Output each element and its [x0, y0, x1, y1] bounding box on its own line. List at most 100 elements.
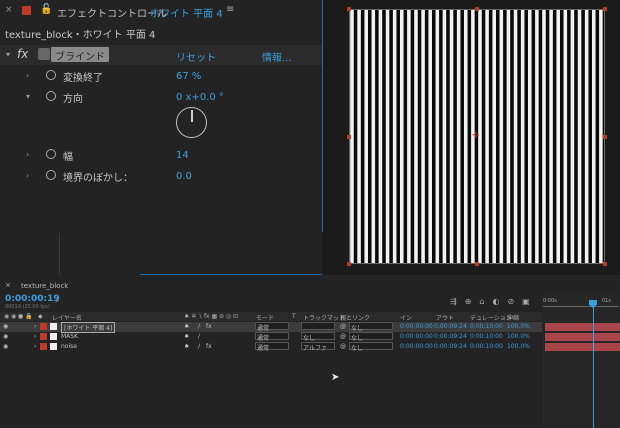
col-parent[interactable]: 親とリンク: [340, 313, 370, 322]
out-point[interactable]: 0:00:09:24: [434, 343, 467, 350]
timeline-tab[interactable]: × texture_block: [0, 279, 620, 293]
transform-handle[interactable]: [603, 7, 607, 11]
eye-icon[interactable]: ◉: [4, 313, 9, 320]
eye-icon[interactable]: ◉: [3, 333, 8, 340]
stopwatch-icon[interactable]: [46, 149, 56, 159]
property-value[interactable]: 0.0: [176, 171, 192, 182]
col-mode[interactable]: モード: [256, 313, 274, 322]
time-ruler[interactable]: 0:00s 01s: [542, 296, 620, 312]
timeline-graph-area[interactable]: [542, 293, 620, 428]
eye-icon[interactable]: ◉: [3, 343, 8, 350]
col-in[interactable]: イン: [400, 313, 412, 322]
mode-dropdown[interactable]: 通常: [255, 332, 289, 342]
label-icon[interactable]: ◆: [38, 313, 43, 320]
label-color-swatch[interactable]: [40, 343, 47, 350]
transform-handle[interactable]: [347, 262, 351, 266]
transform-handle[interactable]: [603, 262, 607, 266]
expand-arrow-icon[interactable]: ›: [34, 343, 36, 350]
anchor-point-icon[interactable]: ✛: [472, 131, 480, 141]
fx-toggle-icon[interactable]: fx: [17, 47, 28, 61]
label-color-swatch[interactable]: [40, 333, 47, 340]
pickwhip-icon[interactable]: @: [340, 323, 346, 330]
layer-duration-bar[interactable]: [545, 323, 620, 331]
parent-dropdown[interactable]: なし: [349, 322, 393, 332]
expand-arrow-icon[interactable]: ›: [34, 323, 36, 330]
parent-dropdown[interactable]: なし: [349, 332, 393, 342]
duration[interactable]: 0:00:10:00: [470, 323, 503, 330]
stopwatch-icon[interactable]: [46, 91, 56, 101]
in-point[interactable]: 0:00:00:00: [400, 343, 433, 350]
layer-name[interactable]: noise: [61, 343, 77, 350]
transform-handle[interactable]: [347, 7, 351, 11]
layer-name[interactable]: MASK: [61, 333, 78, 340]
in-point[interactable]: 0:00:00:00: [400, 323, 433, 330]
angle-dial[interactable]: [176, 107, 207, 138]
mode-dropdown[interactable]: 通常: [255, 342, 289, 352]
playhead[interactable]: [593, 300, 594, 428]
collapse-arrow-icon[interactable]: ▾: [26, 92, 30, 101]
effect-row-blinds[interactable]: ▾ fx ブラインド リセット 情報...: [0, 45, 322, 65]
track-matte-dropdown[interactable]: なし: [301, 332, 335, 342]
stopwatch-icon[interactable]: [46, 70, 56, 80]
audio-icon[interactable]: ◉: [11, 313, 16, 320]
property-row-feather[interactable]: › 境界のぼかし： 0.0: [0, 166, 322, 186]
effect-switch-icon[interactable]: fx: [206, 323, 212, 330]
layer-row[interactable]: ◉ › MASK ♠ ∕ 通常 なし @ なし 0:00:00:00 0:00:09:24 0:00:…: [0, 332, 542, 342]
property-value[interactable]: 67 %: [176, 71, 201, 82]
col-stretch[interactable]: 伸縮: [507, 313, 519, 322]
pickwhip-icon[interactable]: @: [340, 333, 346, 340]
layer-duration-bar[interactable]: [545, 333, 620, 341]
transform-handle[interactable]: [603, 135, 607, 139]
effect-switch-icon[interactable]: fx: [206, 343, 212, 350]
mode-dropdown[interactable]: 通常: [255, 322, 289, 332]
parent-dropdown[interactable]: なし: [349, 342, 393, 352]
panel-menu-icon[interactable]: ≡: [226, 4, 234, 15]
collapse-arrow-icon[interactable]: ▾: [6, 50, 10, 59]
property-row-direction[interactable]: ▾ 方向 0 x+0.0 °: [0, 87, 322, 107]
layer-duration-bar[interactable]: [545, 343, 620, 351]
stretch[interactable]: 100.0%: [507, 343, 530, 350]
stretch[interactable]: 100.0%: [507, 323, 530, 330]
transform-handle[interactable]: [475, 7, 479, 11]
out-point[interactable]: 0:00:09:24: [434, 333, 467, 340]
layer-row[interactable]: ◉ › [ホワイト 平面 4] ♠ ∕ fx 通常 @ なし 0:00:00:00 0:00:09:…: [0, 322, 542, 333]
shy-switch-icon[interactable]: ♠: [184, 343, 189, 350]
expand-arrow-icon[interactable]: ›: [26, 171, 29, 180]
close-icon[interactable]: ×: [5, 281, 11, 289]
pickwhip-icon[interactable]: @: [340, 343, 346, 350]
expand-arrow-icon[interactable]: ›: [26, 150, 29, 159]
layer-row[interactable]: ◉ › noise ♠ ∕ fx 通常 アルファ @ なし 0:00:00:00 0:00:09:24…: [0, 342, 542, 352]
lock-icon[interactable]: 🔒: [25, 313, 32, 320]
eye-icon[interactable]: ◉: [3, 323, 8, 330]
reset-button[interactable]: リセット: [176, 49, 216, 64]
label-color-swatch[interactable]: [40, 323, 47, 330]
col-layer-name[interactable]: レイヤー名: [52, 313, 82, 322]
transform-handle[interactable]: [347, 135, 351, 139]
transform-handle[interactable]: [475, 262, 479, 266]
effect-name[interactable]: ブラインド: [51, 47, 109, 63]
stopwatch-icon[interactable]: [46, 170, 56, 180]
property-row-width[interactable]: › 幅 14: [0, 145, 322, 165]
current-timecode[interactable]: 0:00:00:19: [5, 294, 60, 304]
out-point[interactable]: 0:00:09:24: [434, 323, 467, 330]
shy-switch-icon[interactable]: ♠: [184, 333, 189, 340]
timeline-switches[interactable]: ⇶⊕⌂◐⊘▣: [450, 297, 538, 306]
expand-arrow-icon[interactable]: ›: [34, 333, 36, 340]
lock-icon[interactable]: 🔓: [40, 4, 52, 15]
quality-switch-icon[interactable]: ∕: [198, 333, 200, 340]
quality-switch-icon[interactable]: ∕: [198, 343, 200, 350]
property-value[interactable]: 0 x+0.0 °: [176, 92, 224, 103]
info-button[interactable]: 情報...: [262, 49, 292, 64]
property-row-transition[interactable]: › 変換終了 67 %: [0, 66, 322, 86]
col-out[interactable]: アウト: [436, 313, 454, 322]
property-value[interactable]: 14: [176, 150, 189, 161]
track-matte-dropdown[interactable]: アルファ: [301, 342, 335, 352]
quality-switch-icon[interactable]: ∕: [198, 323, 200, 330]
solo-icon[interactable]: ●: [18, 313, 23, 320]
col-track-matte[interactable]: トラックマット: [303, 313, 345, 322]
stretch[interactable]: 100.0%: [507, 333, 530, 340]
track-matte-dropdown[interactable]: [301, 322, 335, 330]
duration[interactable]: 0:00:10:00: [470, 343, 503, 350]
shy-switch-icon[interactable]: ♠: [184, 323, 189, 330]
in-point[interactable]: 0:00:00:00: [400, 333, 433, 340]
